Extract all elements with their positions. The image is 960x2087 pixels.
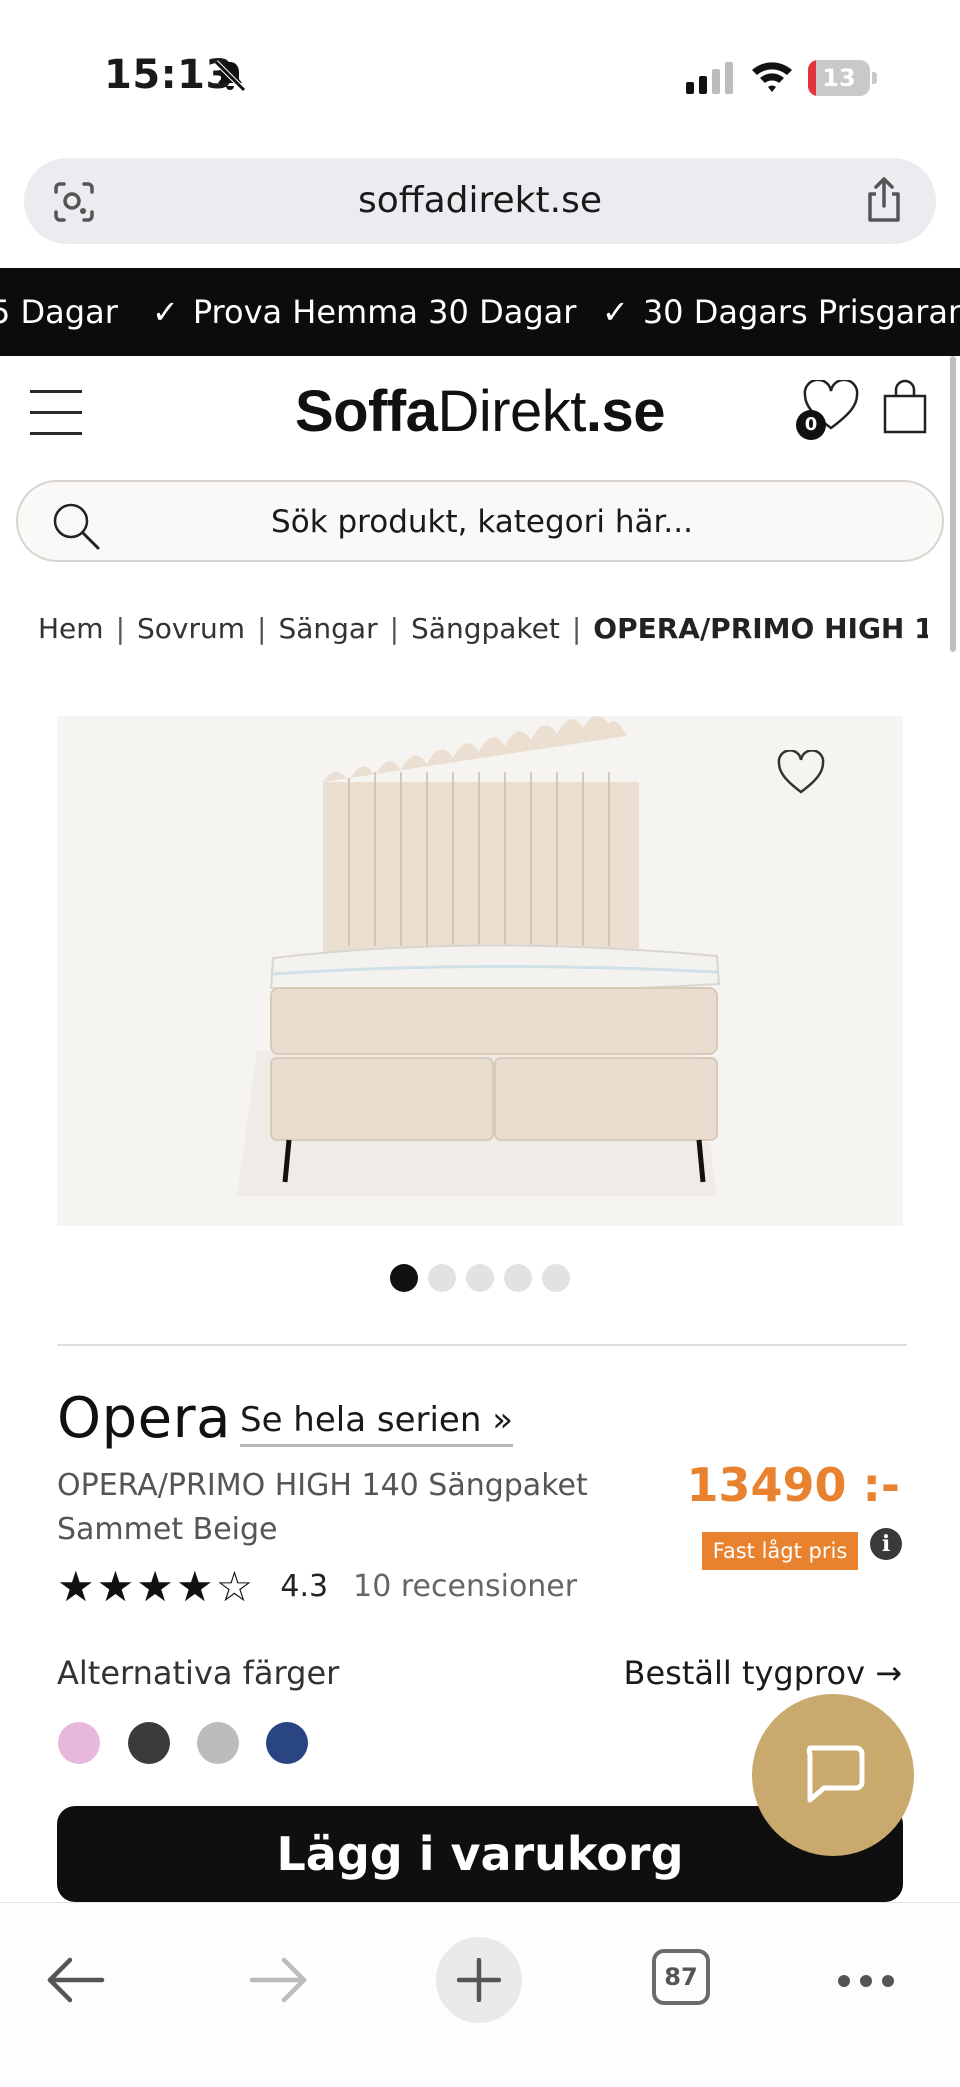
info-icon[interactable]: i (870, 1528, 902, 1560)
breadcrumb-link-sangar[interactable]: Sängar (278, 612, 377, 645)
battery-icon: 13 (808, 60, 878, 96)
divider (57, 1344, 907, 1346)
search-placeholder: Sök produkt, kategori här... (271, 504, 693, 540)
new-tab-button[interactable] (436, 1937, 522, 2023)
more-dots-icon[interactable] (836, 1973, 896, 1989)
status-bar: 15:13 13 (0, 0, 960, 150)
bell-slash-icon (214, 60, 246, 92)
wishlist-button[interactable]: 0 (796, 380, 860, 440)
rating-row[interactable]: ★★★★☆ 4.3 10 recensioner (57, 1562, 577, 1611)
page-scrollbar[interactable] (950, 356, 956, 652)
url-text: soffadirekt.se (358, 180, 602, 221)
order-fabric-sample-link[interactable]: Beställ tygprov → (624, 1654, 902, 1692)
breadcrumb-link-sangpaket[interactable]: Sängpaket (411, 612, 560, 645)
star-rating: ★★★★☆ (57, 1562, 256, 1611)
share-icon[interactable] (862, 176, 906, 224)
ticker-item: ✓ 30 Dagars Prisgarant (602, 268, 960, 356)
color-swatch-dark-grey[interactable] (128, 1722, 170, 1764)
shopping-bag-icon[interactable] (880, 378, 930, 434)
color-swatch-blue[interactable] (266, 1722, 308, 1764)
series-link[interactable]: Se hela serien » (240, 1400, 513, 1447)
gallery-dot[interactable] (428, 1264, 456, 1292)
rating-score: 4.3 (280, 1569, 329, 1604)
wifi-icon (752, 62, 792, 92)
plus-icon (457, 1958, 501, 2002)
chat-icon (806, 1745, 865, 1803)
gallery-dot[interactable] (542, 1264, 570, 1292)
product-brand: Opera (57, 1386, 231, 1451)
ticker-item: 5 Dagar (0, 293, 118, 331)
gallery-dot[interactable] (390, 1264, 418, 1292)
price-badge: Fast lågt pris (702, 1532, 858, 1570)
favorite-heart-icon[interactable] (776, 750, 826, 796)
arrow-right-icon: → (875, 1654, 902, 1692)
breadcrumb-link-hem[interactable]: Hem (38, 612, 104, 645)
chat-button[interactable] (752, 1694, 914, 1856)
tabs-button[interactable]: 87 (652, 1949, 710, 2005)
alternative-colors-label: Alternativa färger (57, 1654, 340, 1692)
search-input[interactable]: Sök produkt, kategori här... (16, 480, 944, 562)
forward-arrow-icon[interactable] (248, 1955, 310, 2005)
battery-level: 13 (822, 64, 856, 92)
breadcrumb-link-sovrum[interactable]: Sovrum (137, 612, 245, 645)
color-swatch-light-grey[interactable] (197, 1722, 239, 1764)
address-bar[interactable]: soffadirekt.se (24, 158, 936, 244)
ticker-item: ✓ Prova Hemma 30 Dagar (152, 268, 576, 356)
color-swatch-pink[interactable] (58, 1722, 100, 1764)
gallery-pagination (0, 1264, 960, 1294)
promo-ticker: 5 Dagar ✓ Prova Hemma 30 Dagar ✓ 30 Dagars… (0, 268, 960, 356)
check-icon: ✓ (602, 293, 629, 331)
gallery-dot[interactable] (466, 1264, 494, 1292)
product-name: OPERA/PRIMO HIGH 140 Sängpaket Sammet Be… (57, 1468, 588, 1547)
back-arrow-icon[interactable] (44, 1955, 106, 2005)
check-icon: ✓ (152, 293, 179, 331)
headboard (323, 716, 639, 982)
browser-toolbar: 87 (0, 1902, 960, 2087)
product-price: 13490 :- (686, 1458, 900, 1512)
breadcrumb-current: OPERA/PRIMO HIGH 140 (593, 612, 928, 645)
review-count-link[interactable]: 10 recensioner (353, 1569, 577, 1604)
breadcrumb: Hem | Sovrum | Sängar | Sängpaket | OPERA/PRIMO … (38, 612, 928, 645)
gallery-dot[interactable] (504, 1264, 532, 1292)
wishlist-count-badge: 0 (796, 410, 826, 440)
cellular-signal-icon (686, 62, 733, 94)
